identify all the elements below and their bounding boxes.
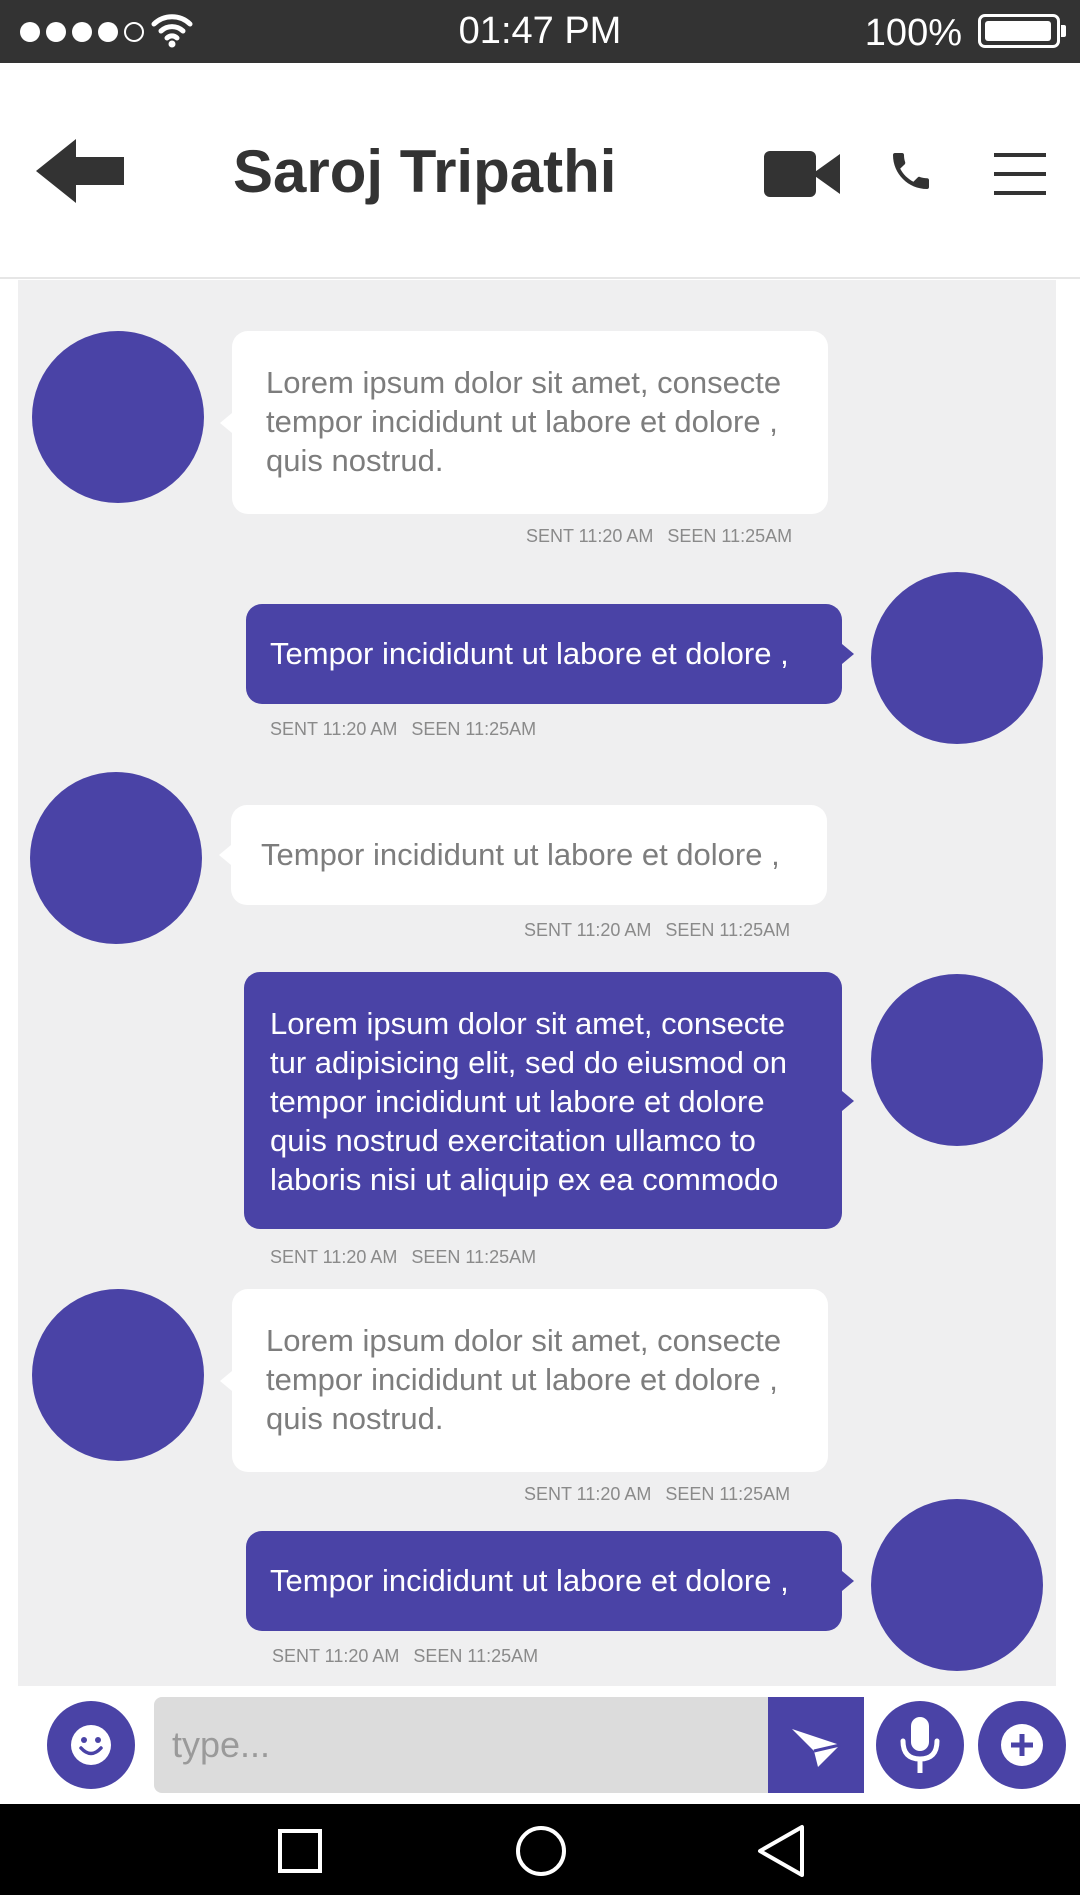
message-text: Tempor incididunt ut labore et dolore , — [261, 837, 780, 872]
back-icon[interactable] — [756, 1824, 806, 1878]
message-text: Lorem ipsum dolor sit amet, consecte tem… — [266, 1323, 782, 1436]
sent-time: SENT 11:20 AM — [272, 1646, 400, 1666]
message-meta: SENT 11:20 AM SEEN 11:25AM — [526, 526, 792, 547]
outgoing-message-bubble[interactable]: Tempor incididunt ut labore et dolore , — [246, 1531, 854, 1631]
seen-time: SEEN 11:25AM — [411, 1247, 537, 1267]
message-text: Lorem ipsum dolor sit amet, consecte tem… — [266, 365, 782, 478]
incoming-message-bubble[interactable]: Tempor incididunt ut labore et dolore , — [219, 805, 827, 905]
add-attachment-button[interactable] — [978, 1701, 1066, 1789]
battery-icon — [978, 14, 1066, 48]
user-avatar[interactable] — [871, 974, 1043, 1146]
status-bar: 01:47 PM 100% — [0, 0, 1080, 63]
incoming-message-bubble[interactable]: Lorem ipsum dolor sit amet, consecte tem… — [220, 331, 828, 514]
message-meta: SENT 11:20 AM SEEN 11:25AM — [524, 920, 790, 941]
user-avatar[interactable] — [871, 572, 1043, 744]
home-icon[interactable] — [514, 1824, 568, 1878]
emoji-icon — [71, 1725, 111, 1765]
message-input[interactable] — [154, 1697, 770, 1793]
seen-time: SEEN 11:25AM — [413, 1646, 539, 1666]
contact-avatar[interactable] — [32, 1289, 204, 1461]
recent-apps-icon[interactable] — [277, 1828, 323, 1874]
message-meta: SENT 11:20 AM SEEN 11:25AM — [270, 719, 536, 740]
add-icon — [1001, 1724, 1043, 1766]
chat-header: Saroj Tripathi — [0, 63, 1080, 279]
seen-time: SEEN 11:25AM — [667, 526, 793, 546]
battery-percentage: 100% — [864, 12, 962, 54]
message-composer — [0, 1686, 1080, 1804]
seen-time: SEEN 11:25AM — [665, 1484, 791, 1504]
send-button[interactable] — [768, 1697, 864, 1793]
microphone-icon — [900, 1717, 940, 1773]
emoji-button[interactable] — [47, 1701, 135, 1789]
sent-time: SENT 11:20 AM — [270, 719, 398, 739]
microphone-button[interactable] — [876, 1701, 964, 1789]
message-meta: SENT 11:20 AM SEEN 11:25AM — [272, 1646, 538, 1667]
incoming-message-bubble[interactable]: Lorem ipsum dolor sit amet, consecte tem… — [220, 1289, 828, 1472]
sent-time: SENT 11:20 AM — [526, 526, 654, 546]
seen-time: SEEN 11:25AM — [665, 920, 791, 940]
system-nav-bar — [0, 1804, 1080, 1895]
message-meta: SENT 11:20 AM SEEN 11:25AM — [524, 1484, 790, 1505]
message-list[interactable]: Lorem ipsum dolor sit amet, consecte tem… — [18, 280, 1056, 1686]
phone-icon[interactable] — [884, 147, 938, 195]
sent-time: SENT 11:20 AM — [270, 1247, 398, 1267]
message-text: Tempor incididunt ut labore et dolore , — [270, 636, 789, 671]
message-text: Lorem ipsum dolor sit amet, consecte tur… — [270, 1006, 787, 1197]
hamburger-menu-icon[interactable] — [994, 153, 1046, 195]
message-meta: SENT 11:20 AM SEEN 11:25AM — [270, 1247, 536, 1268]
send-icon — [792, 1729, 841, 1767]
contact-avatar[interactable] — [32, 331, 204, 503]
message-text: Tempor incididunt ut labore et dolore , — [270, 1563, 789, 1598]
sent-time: SENT 11:20 AM — [524, 920, 652, 940]
sent-time: SENT 11:20 AM — [524, 1484, 652, 1504]
video-camera-icon[interactable] — [764, 151, 840, 197]
contact-name: Saroj Tripathi — [233, 138, 617, 205]
outgoing-message-bubble[interactable]: Tempor incididunt ut labore et dolore , — [246, 604, 854, 704]
contact-avatar[interactable] — [30, 772, 202, 944]
seen-time: SEEN 11:25AM — [411, 719, 537, 739]
outgoing-message-bubble[interactable]: Lorem ipsum dolor sit amet, consecte tur… — [244, 972, 854, 1229]
user-avatar[interactable] — [871, 1499, 1043, 1671]
back-arrow-icon[interactable] — [36, 139, 126, 203]
